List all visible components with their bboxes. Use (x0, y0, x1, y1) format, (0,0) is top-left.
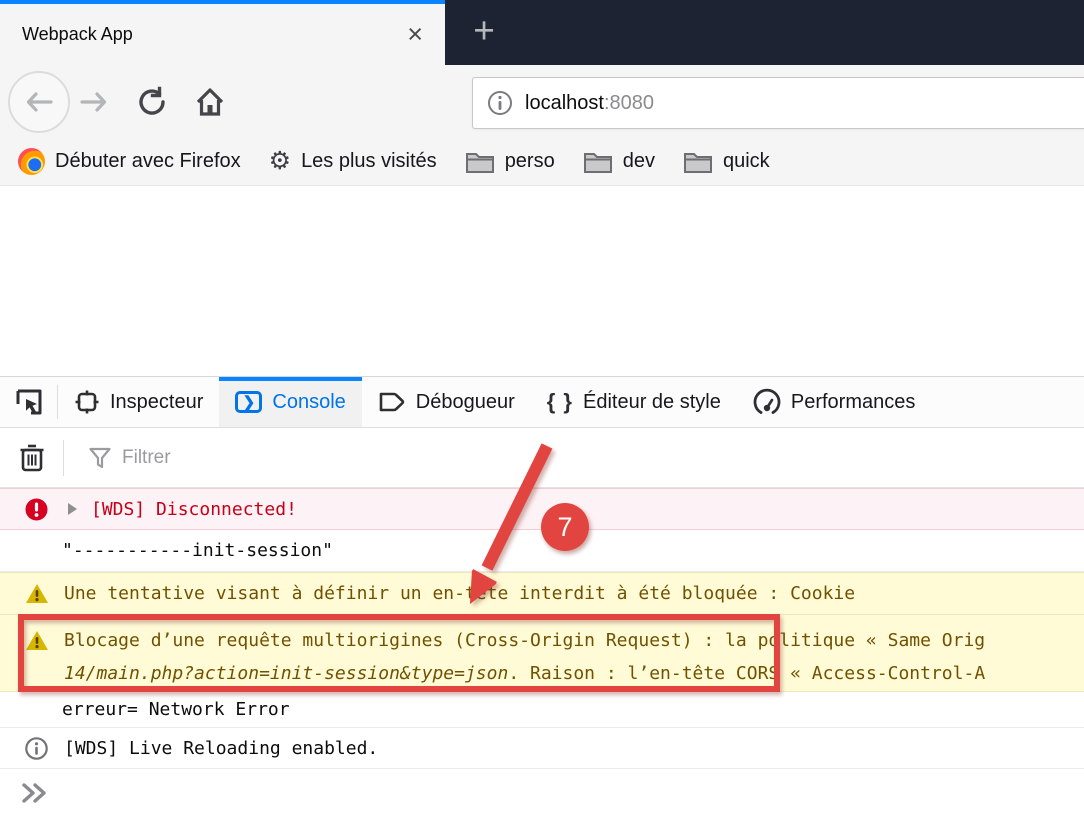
bookmark-get-started[interactable]: Débuter avec Firefox (18, 148, 241, 175)
tab-performance[interactable]: Performances (737, 377, 932, 427)
url-bar[interactable]: localhost:8080 (472, 77, 1084, 129)
url-port: :8080 (604, 92, 654, 114)
double-chevron-icon (20, 781, 50, 805)
console-message: "-----------init-session" (62, 540, 333, 561)
forward-arrow-icon (79, 87, 109, 117)
console-row-warning-cors[interactable]: Blocage d’une requête multiorigines (Cro… (0, 615, 1084, 692)
tab-close-icon[interactable]: × (401, 21, 429, 48)
bookmark-folder-perso[interactable]: perso (465, 150, 555, 174)
folder-icon (583, 150, 613, 174)
console-toolbar (0, 428, 1084, 488)
warning-icon (25, 630, 49, 651)
folder-icon (683, 150, 713, 174)
warning-line-2: 14/main.php?action=init-session&type=jso… (64, 657, 985, 690)
devtools-panel: Inspecteur ❯ Console Débogueur { } Édite… (0, 376, 1084, 817)
folder-icon (465, 150, 495, 174)
tab-webpack-app[interactable]: Webpack App × (0, 0, 445, 65)
page-content (0, 186, 1084, 376)
forward-button[interactable] (72, 80, 116, 124)
request-url: 14/main.php?action=init-session&type=jso… (64, 663, 508, 684)
tab-console[interactable]: ❯ Console (219, 377, 361, 427)
tab-debugger[interactable]: Débogueur (362, 377, 531, 427)
url-host: localhost (525, 92, 604, 114)
back-arrow-icon (24, 87, 54, 117)
tab-label: Éditeur de style (583, 391, 721, 414)
tab-title: Webpack App (22, 24, 401, 45)
bookmark-label: dev (623, 150, 655, 173)
tab-label: Performances (791, 391, 916, 414)
reload-button[interactable] (130, 80, 174, 124)
bookmark-label: Débuter avec Firefox (55, 150, 241, 173)
braces-icon: { } (547, 389, 573, 415)
navigation-toolbar: localhost:8080 (0, 65, 1084, 138)
back-button[interactable] (8, 71, 70, 133)
new-tab-button[interactable]: + (462, 8, 506, 54)
info-icon (25, 737, 48, 760)
tab-style-editor[interactable]: { } Éditeur de style (531, 377, 737, 427)
console-message: Blocage d’une requête multiorigines (Cro… (64, 624, 985, 690)
console-message: [WDS] Live Reloading enabled. (64, 738, 378, 759)
console-row-info[interactable]: [WDS] Live Reloading enabled. (0, 728, 1084, 769)
console-message: erreur= Network Error (62, 699, 290, 720)
reload-icon (136, 86, 168, 118)
debugger-icon (378, 390, 406, 414)
node-picker-icon (14, 387, 44, 417)
devtools-tabbar: Inspecteur ❯ Console Débogueur { } Édite… (0, 377, 1084, 428)
console-row-log[interactable]: erreur= Network Error (0, 692, 1084, 728)
console-icon: ❯ (235, 391, 262, 413)
node-picker-button[interactable] (0, 385, 58, 419)
tab-label: Inspecteur (110, 391, 203, 414)
bookmark-folder-dev[interactable]: dev (583, 150, 655, 174)
tab-label: Débogueur (416, 391, 515, 414)
console-input-row[interactable] (0, 769, 1084, 817)
console-row-log[interactable]: "-----------init-session" (0, 530, 1084, 572)
inspector-icon (74, 389, 100, 415)
home-icon (194, 86, 226, 118)
site-info-icon[interactable] (487, 90, 513, 116)
browser-window: Webpack App × + (0, 0, 1084, 817)
home-button[interactable] (188, 80, 232, 124)
console-message: [WDS] Disconnected! (91, 499, 297, 520)
bookmark-label: perso (505, 150, 555, 173)
gear-icon: ⚙ (269, 149, 291, 174)
console-row-warning[interactable]: Une tentative visant à définir un en-têt… (0, 572, 1084, 615)
bookmark-folder-quick[interactable]: quick (683, 150, 770, 174)
clear-console-button[interactable] (0, 440, 64, 476)
tab-bar: Webpack App × + (0, 0, 1084, 65)
bookmark-label: Les plus visités (301, 150, 437, 173)
performance-gauge-icon (753, 388, 781, 416)
filter-input[interactable] (122, 447, 422, 469)
warning-icon (25, 583, 49, 604)
tab-label: Console (272, 391, 345, 414)
expand-arrow-icon[interactable] (68, 503, 77, 515)
console-row-error[interactable]: [WDS] Disconnected! (0, 488, 1084, 530)
bookmark-label: quick (723, 150, 770, 173)
filter-funnel-icon (88, 446, 112, 470)
tab-inspector[interactable]: Inspecteur (58, 377, 219, 427)
error-icon (25, 498, 48, 521)
firefox-logo-icon (18, 148, 45, 175)
bookmark-most-visited[interactable]: ⚙ Les plus visités (269, 149, 437, 174)
bookmarks-toolbar: Débuter avec Firefox ⚙ Les plus visités … (0, 138, 1084, 186)
trash-icon (19, 443, 45, 473)
url-text: localhost:8080 (525, 92, 654, 115)
warning-line-1: Blocage d’une requête multiorigines (Cro… (64, 624, 985, 657)
console-message: Une tentative visant à définir un en-têt… (64, 583, 855, 604)
